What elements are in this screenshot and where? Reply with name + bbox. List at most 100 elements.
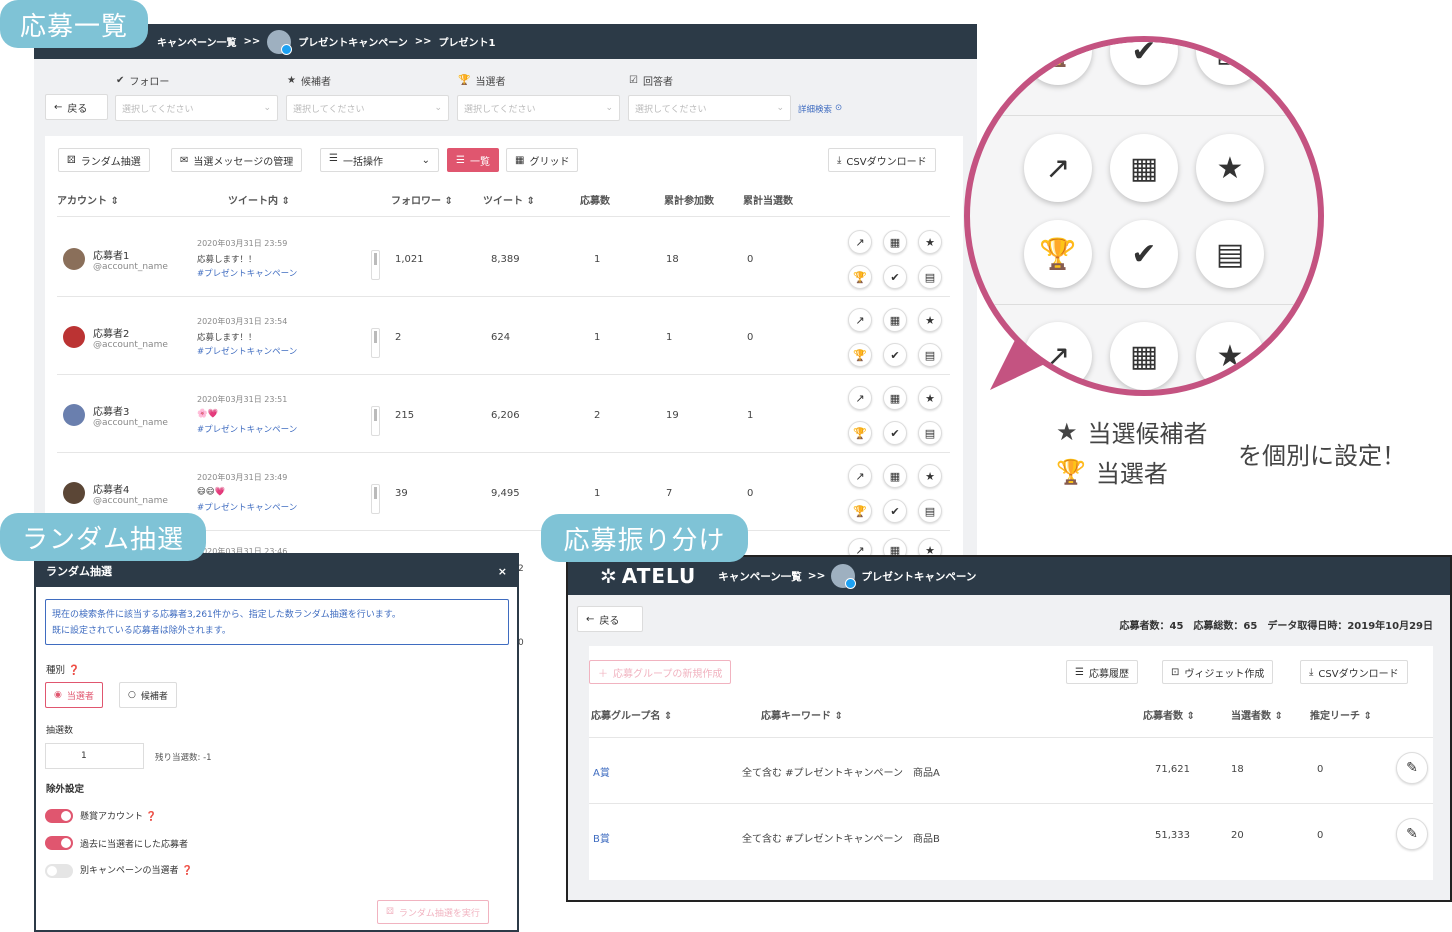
count-input[interactable]: 1	[45, 743, 144, 769]
atelu-logo[interactable]: ✲ ATELU	[600, 564, 696, 588]
open-link-icon[interactable]: ↗	[848, 464, 872, 488]
grid-icon[interactable]: ▦	[883, 308, 907, 332]
list-view-toggle[interactable]: ☰ 一覧	[447, 148, 499, 172]
star-icon[interactable]: ★	[1196, 322, 1264, 390]
open-link-icon[interactable]: ↗	[848, 230, 872, 254]
col-account[interactable]: アカウント ⇕	[57, 192, 119, 207]
comment-icon[interactable]: ▤	[918, 265, 942, 289]
col-total-participation: 累計参加数	[664, 196, 714, 207]
col-group-name[interactable]: 応募グループ名 ⇕	[591, 707, 672, 722]
back-button[interactable]: ← 戻る	[45, 94, 108, 120]
open-link-icon[interactable]: ↗	[848, 308, 872, 332]
clipboard-check-icon[interactable]: ✔	[883, 265, 907, 289]
breadcrumb-campaigns[interactable]: キャンペーン一覧	[157, 34, 237, 49]
filter-winner-select[interactable]: 選択してください ⌄	[457, 95, 620, 121]
dice-icon: ⚄	[386, 907, 394, 917]
followers-value: 1,021	[395, 254, 424, 265]
tweet-scrollbar[interactable]	[371, 250, 380, 280]
group-name-link[interactable]: A賞	[593, 764, 610, 779]
help-icon[interactable]: ❓	[68, 665, 80, 676]
col-winners[interactable]: 当選者数 ⇕	[1231, 707, 1283, 722]
help-icon[interactable]: ❓	[181, 866, 192, 876]
grid-view-toggle[interactable]: ▦ グリッド	[506, 148, 579, 172]
group-name-link[interactable]: B賞	[593, 830, 610, 845]
tweet-hashtag[interactable]: #プレゼントキャンペーン	[197, 345, 297, 357]
label-random-draw: ランダム抽選	[0, 513, 206, 561]
grid-icon[interactable]: ▦	[883, 386, 907, 410]
toggle-past-winners[interactable]	[45, 836, 73, 850]
tweet-hashtag[interactable]: #プレゼントキャンペーン	[197, 423, 297, 435]
remaining-count: 残り当選数: -1	[155, 753, 212, 763]
toggle-past-label: 過去に当選者にした応募者	[80, 840, 189, 850]
widget-button[interactable]: ⊡ ヴィジェット作成	[1162, 660, 1274, 684]
tweet-hashtag[interactable]: #プレゼントキャンペーン	[197, 501, 297, 513]
back-button[interactable]: ← 戻る	[577, 606, 643, 632]
close-icon[interactable]: ×	[498, 565, 507, 578]
clipboard-check-icon[interactable]: ✔	[1110, 220, 1178, 288]
new-group-button[interactable]: ＋ 応募グループの新規作成	[589, 660, 732, 684]
grid-icon[interactable]: ▦	[883, 230, 907, 254]
comment-icon[interactable]: ▤	[1196, 220, 1264, 288]
col-tweets[interactable]: ツイート ⇕	[483, 192, 535, 207]
star-icon[interactable]: ★	[918, 386, 942, 410]
entrant-account: @account_name	[93, 418, 168, 428]
breadcrumb-campaigns[interactable]: キャンペーン一覧	[718, 569, 801, 584]
tweet-scrollbar[interactable]	[371, 406, 380, 436]
grid-icon[interactable]: ▦	[1110, 134, 1178, 202]
tweet-scrollbar[interactable]	[371, 484, 380, 514]
breadcrumb-campaign[interactable]: プレゼントキャンペーン	[298, 34, 408, 49]
comment-icon[interactable]: ▤	[918, 421, 942, 445]
select-placeholder: 選択してください	[122, 104, 194, 115]
grid-icon[interactable]: ▦	[883, 464, 907, 488]
run-random-draw-button[interactable]: ⚄ ランダム抽選を実行	[377, 900, 489, 924]
table-row: 応募者2 @account_name 2020年03月31日 23:54 応募し…	[57, 298, 950, 375]
edit-group-icon[interactable]: ✎	[1396, 818, 1428, 850]
open-link-icon[interactable]: ↗	[1024, 322, 1092, 390]
entrant-account: @account_name	[93, 340, 168, 350]
trophy-icon[interactable]: 🏆	[848, 421, 872, 445]
star-icon[interactable]: ★	[918, 464, 942, 488]
edit-group-icon[interactable]: ✎	[1396, 752, 1428, 784]
col-tweet-content[interactable]: ツイート内 ⇕	[228, 192, 290, 207]
star-icon[interactable]: ★	[918, 230, 942, 254]
breadcrumb-current: プレゼント1	[438, 38, 496, 49]
toggle-other-campaign[interactable]	[45, 864, 73, 878]
star-icon[interactable]: ★	[1196, 134, 1264, 202]
filter-candidate-select[interactable]: 選択してください ⌄	[286, 95, 449, 121]
entrant-name: 応募者3	[93, 407, 130, 418]
star-icon[interactable]: ★	[918, 308, 942, 332]
history-button[interactable]: ☰ 応募履歴	[1066, 660, 1138, 684]
random-draw-button[interactable]: ⚄ ランダム抽選	[58, 148, 150, 172]
tweet-hashtag[interactable]: #プレゼントキャンペーン	[197, 267, 297, 279]
clipboard-check-icon[interactable]: ✔	[883, 421, 907, 445]
grid-icon[interactable]: ▦	[1110, 322, 1178, 390]
tweet-scrollbar[interactable]	[371, 328, 380, 358]
type-candidate-radio[interactable]: ○ 候補者	[119, 682, 177, 708]
toggle-prize-accounts[interactable]	[45, 809, 73, 823]
advanced-search-link[interactable]: 詳細検索 ⊙	[798, 103, 842, 115]
bulk-action-dropdown[interactable]: ☰ 一括操作 ⌄	[320, 148, 439, 172]
manage-messages-button[interactable]: ✉ 当選メッセージの管理	[171, 148, 303, 172]
trophy-icon[interactable]: 🏆	[848, 499, 872, 523]
csv-download-button[interactable]: ⤓ CSVダウンロード	[1300, 660, 1408, 684]
trophy-icon[interactable]: 🏆	[1024, 220, 1092, 288]
col-keyword[interactable]: 応募キーワード ⇕	[761, 707, 843, 722]
logo-mark-icon: ✲	[600, 564, 618, 588]
open-link-icon[interactable]: ↗	[1024, 134, 1092, 202]
comment-icon[interactable]: ▤	[918, 499, 942, 523]
csv-download-button[interactable]: ⤓ CSVダウンロード	[828, 148, 936, 172]
col-reach[interactable]: 推定リーチ ⇕	[1310, 707, 1372, 722]
avatar	[63, 326, 85, 348]
comment-icon[interactable]: ▤	[918, 343, 942, 367]
col-applicants[interactable]: 応募者数 ⇕	[1143, 707, 1195, 722]
open-link-icon[interactable]: ↗	[848, 386, 872, 410]
col-followers[interactable]: フォロワー ⇕	[391, 192, 453, 207]
help-icon[interactable]: ❓	[146, 812, 157, 822]
trophy-icon[interactable]: 🏆	[848, 343, 872, 367]
trophy-icon[interactable]: 🏆	[848, 265, 872, 289]
type-winner-radio[interactable]: ◉ 当選者	[45, 682, 103, 708]
filter-follow-select[interactable]: 選択してください ⌄	[115, 95, 278, 121]
filter-answer-select[interactable]: 選択してください ⌄	[628, 95, 791, 121]
clipboard-check-icon[interactable]: ✔	[883, 343, 907, 367]
clipboard-check-icon[interactable]: ✔	[883, 499, 907, 523]
